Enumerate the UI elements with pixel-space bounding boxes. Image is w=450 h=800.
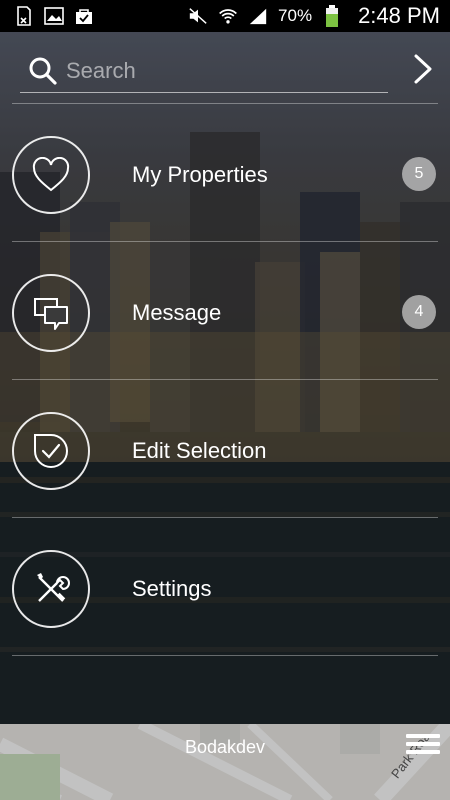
mute-icon — [188, 6, 208, 26]
search-icon — [29, 57, 57, 85]
signal-icon — [248, 6, 268, 26]
check-badge-icon — [12, 412, 90, 490]
bill-icon — [14, 6, 34, 26]
search-input[interactable] — [64, 57, 368, 85]
menu-item-label: My Properties — [132, 162, 268, 187]
status-time: 2:48 PM — [358, 3, 440, 28]
shopping-bag-icon — [74, 6, 94, 26]
chevron-right-icon[interactable] — [410, 52, 436, 86]
status-bar: 70% 2:48 PM — [0, 0, 450, 32]
menu-item-edit-selection[interactable]: Edit Selection — [0, 380, 450, 518]
menu-item-label: Message — [132, 300, 222, 325]
chat-icon — [12, 274, 90, 352]
heart-icon — [12, 136, 90, 214]
count-badge: 4 — [402, 295, 436, 329]
count-badge: 5 — [402, 157, 436, 191]
menu-item-message[interactable]: Message 4 — [0, 242, 450, 380]
battery-icon — [322, 5, 342, 27]
menu-item-settings[interactable]: Settings — [0, 518, 450, 656]
tools-icon — [12, 550, 90, 628]
battery-percent: 70% — [278, 6, 313, 25]
search-bar[interactable] — [20, 50, 388, 93]
gallery-icon — [44, 6, 64, 26]
menu-item-label: Edit Selection — [132, 438, 267, 463]
hamburger-menu-icon[interactable] — [406, 734, 440, 760]
wifi-icon — [218, 6, 238, 26]
menu-item-label: Settings — [132, 576, 212, 601]
menu-item-my-properties[interactable]: My Properties 5 — [0, 104, 450, 242]
map-background — [0, 724, 450, 800]
divider — [12, 655, 438, 656]
location-title: Bodakdev — [184, 737, 266, 757]
map-bar[interactable]: Park Roa Bodakdev — [0, 724, 450, 800]
